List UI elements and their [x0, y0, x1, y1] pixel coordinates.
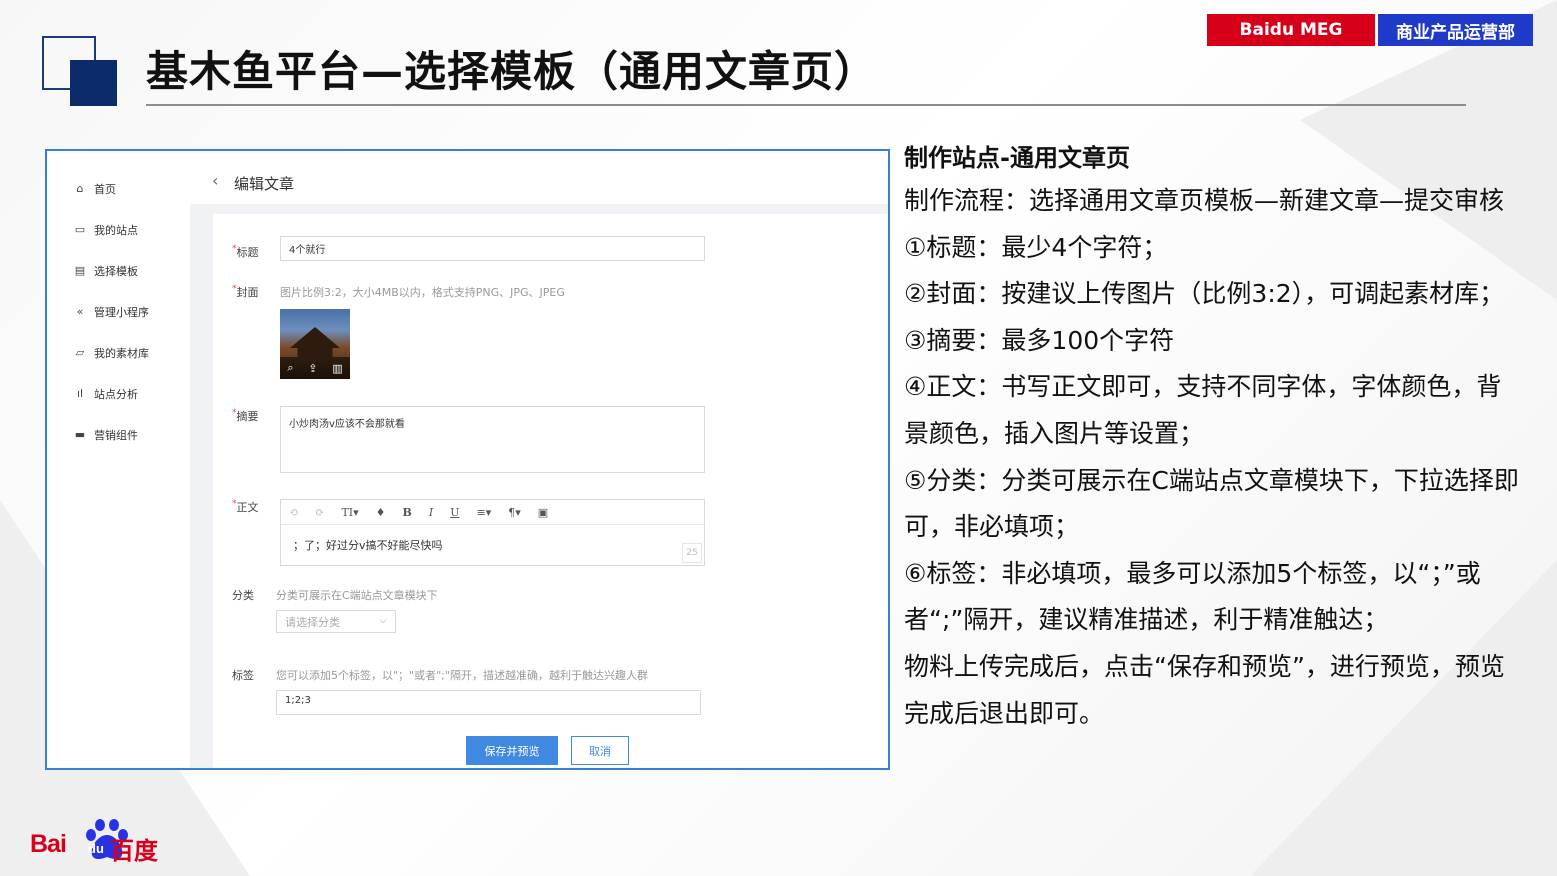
redo-icon[interactable]: ⟳: [315, 506, 324, 519]
bar-chart-icon: ıl: [76, 387, 84, 400]
notes-line: 物料上传完成后，点击“保存和预览”，进行预览，预览完成后退出即可。: [904, 651, 1505, 728]
cover-image[interactable]: ⌕ ⇪ ▥: [280, 309, 350, 379]
body-editor[interactable]: ；了；好过分v搞不好能尽快吗 25: [280, 525, 705, 566]
baidu-logo: Bai du 百度: [30, 817, 170, 865]
sidebar-item-library[interactable]: ▱ 我的素材库: [74, 345, 149, 361]
notes-heading: 制作站点-通用文章页: [904, 144, 1130, 172]
body-label: *正文: [232, 499, 259, 514]
cover-label: *封面: [232, 284, 259, 299]
title-underline: [146, 104, 1466, 106]
sidebar-item-label: 选择模板: [94, 265, 138, 278]
sidebar-item-label: 我的素材库: [94, 347, 149, 360]
notes-line: ⑥标签：非必填项，最多可以添加5个标签，以“；”或者“;”隔开，建议精准描述，利…: [904, 558, 1481, 635]
sidebar-item-label: 我的站点: [94, 224, 138, 237]
sidebar-item-marketing[interactable]: ▬ 营销组件: [74, 427, 138, 443]
category-label: 分类: [232, 589, 254, 602]
notes-line: ①标题：最少4个字符；: [904, 232, 1168, 262]
tags-hint: 您可以添加5个标签，以"；"或者";"隔开，描述越准确，越利于触达兴趣人群: [276, 669, 648, 682]
cover-hint: 图片比例3:2，大小4MB以内，格式支持PNG、JPG、JPEG: [280, 286, 565, 299]
page-title: 编辑文章: [234, 175, 295, 193]
notes-body: 制作流程：选择通用文章页模板—新建文章—提交审核 ①标题：最少4个字符； ②封面…: [904, 178, 1519, 737]
app-screenshot: ⌂ 首页 ▭ 我的站点 ▤ 选择模板 « 管理小程序 ▱ 我的素材库 ıl 站点…: [45, 149, 890, 770]
title-input[interactable]: 4个就行: [280, 236, 705, 261]
component-icon: ▬: [74, 428, 86, 441]
chevron-down-icon: ⌵: [379, 615, 387, 626]
sidebar-item-templates[interactable]: ▤ 选择模板: [74, 263, 138, 279]
body-text: ；了；好过分v搞不好能尽快吗: [293, 539, 443, 552]
miniprogram-icon: «: [76, 305, 84, 318]
sidebar: ⌂ 首页 ▭ 我的站点 ▤ 选择模板 « 管理小程序 ▱ 我的素材库 ıl 站点…: [47, 151, 190, 768]
font-size-button[interactable]: TI▾: [341, 506, 358, 519]
template-icon: ▤: [74, 264, 86, 277]
image-tools: ⌕ ⇪ ▥: [280, 357, 350, 379]
logo-latin: Bai: [30, 830, 67, 858]
chevron-left-icon[interactable]: ‹: [212, 171, 218, 190]
notes-line: ②封面：按建议上传图片（比例3:2），可调起素材库；: [904, 279, 1505, 309]
sidebar-item-my-sites[interactable]: ▭ 我的站点: [74, 222, 138, 238]
sidebar-item-label: 管理小程序: [94, 306, 149, 319]
site-icon: ▭: [74, 223, 86, 236]
slide-title: 基木鱼平台—选择模板（通用文章页）: [146, 47, 878, 96]
align-button[interactable]: ≡▾: [476, 506, 491, 519]
sidebar-item-label: 营销组件: [94, 429, 138, 442]
badge-department: 商业产品运营部: [1378, 14, 1533, 46]
paragraph-button[interactable]: ¶▾: [508, 506, 521, 519]
sidebar-item-miniprogram[interactable]: « 管理小程序: [74, 304, 149, 320]
summary-label: *摘要: [232, 408, 259, 423]
notes-line: ④正文：书写正文即可，支持不同字体，字体颜色，背景颜色，插入图片等设置；: [904, 372, 1502, 448]
undo-icon[interactable]: ⟲: [289, 506, 298, 519]
image-library-icon: ▱: [75, 346, 85, 359]
home-icon: ⌂: [76, 182, 84, 195]
logo-du: du: [88, 841, 104, 856]
editor-toolbar: ⟲ ⟳ TI▾ ♦ B I U ≡▾ ¶▾ ▣: [280, 499, 705, 525]
badge-baidu-meg: Baidu MEG: [1207, 14, 1375, 46]
summary-textarea[interactable]: 小炒肉汤v应该不会那就看: [280, 406, 705, 473]
title-decoration-fill: [70, 60, 117, 106]
notes-line: ③摘要：最多100个字符: [904, 325, 1175, 355]
category-hint: 分类可展示在C端站点文章模块下: [276, 589, 438, 602]
delete-icon[interactable]: ▥: [332, 362, 342, 375]
category-placeholder: 请选择分类: [285, 616, 340, 629]
sidebar-item-label: 站点分析: [94, 388, 138, 401]
notes-line: ⑤分类：分类可展示在C端站点文章模块下，下拉选择即可，非必填项；: [904, 465, 1519, 542]
tags-input[interactable]: 1;2;3: [276, 690, 701, 715]
tags-label: 标签: [232, 669, 254, 682]
underline-button[interactable]: U: [450, 506, 459, 519]
content-header: ‹ 编辑文章: [190, 151, 888, 204]
logo-chinese: 百度: [110, 837, 158, 865]
notes-line: 制作流程：选择通用文章页模板—新建文章—提交审核: [904, 186, 1505, 215]
upload-icon[interactable]: ⇪: [308, 362, 317, 375]
sidebar-item-label: 首页: [94, 183, 116, 196]
category-select[interactable]: 请选择分类 ⌵: [276, 610, 396, 633]
article-form: *标题 4个就行 *封面 图片比例3:2，大小4MB以内，格式支持PNG、JPG…: [213, 214, 888, 768]
char-counter: 25: [682, 543, 702, 563]
sidebar-item-analytics[interactable]: ıl 站点分析: [74, 386, 138, 402]
italic-button[interactable]: I: [429, 506, 433, 519]
insert-image-icon[interactable]: ▣: [538, 506, 548, 519]
bold-button[interactable]: B: [403, 506, 412, 519]
save-preview-button[interactable]: 保存并预览: [466, 736, 558, 765]
zoom-icon[interactable]: ⌕: [287, 361, 293, 375]
temple-roof-graphic: [290, 327, 340, 357]
cancel-button[interactable]: 取消: [571, 736, 629, 765]
sidebar-item-home[interactable]: ⌂ 首页: [74, 181, 117, 197]
color-drop-icon[interactable]: ♦: [376, 506, 386, 519]
title-label: *标题: [232, 244, 259, 259]
